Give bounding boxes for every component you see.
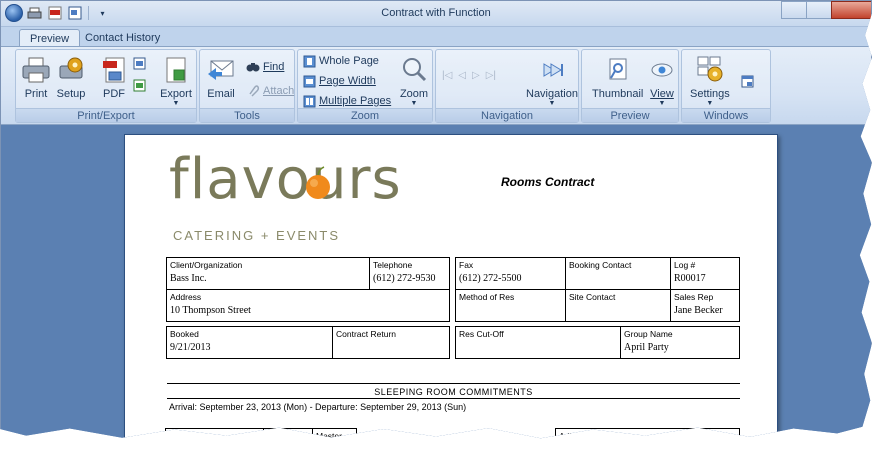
export-word-icon[interactable]: [132, 56, 146, 70]
pdf-icon: [98, 54, 130, 86]
arrival-departure-text: Arrival: September 23, 2013 (Mon) - Depa…: [169, 402, 467, 412]
window-controls: [781, 1, 871, 19]
setup-button[interactable]: Setup: [55, 54, 87, 100]
booked-cell: Booked 9/21/2013: [167, 327, 333, 358]
thumbnail-icon: [602, 54, 634, 86]
window-layout-icon[interactable]: [740, 74, 754, 88]
ribbon: Print Setup PDF Export ▼ Print/Export Em…: [1, 46, 871, 125]
group-label: Zoom: [298, 108, 432, 122]
individual-header: Individual: [264, 429, 313, 439]
view-button[interactable]: View ▼: [646, 54, 678, 107]
email-icon: [205, 54, 237, 86]
report-page: flavours CATERING + EVENTS Rooms Contrac…: [124, 134, 778, 440]
logo-subtitle: CATERING + EVENTS: [173, 228, 341, 243]
settings-button[interactable]: Settings ▼: [690, 54, 730, 107]
email-button[interactable]: Email: [205, 54, 237, 100]
printer-icon: [20, 54, 52, 86]
contract-return-cell: Contract Return: [336, 329, 396, 339]
binoculars-icon: [246, 60, 260, 74]
adjusted-table-header: Adjusted: [555, 428, 740, 439]
group-label: Windows: [682, 108, 770, 122]
sales-rep-cell: Sales Rep Jane Becker: [674, 292, 723, 316]
find-button[interactable]: Find: [246, 60, 284, 74]
app-window: ▾ Contract with Function Preview Contact…: [0, 0, 872, 440]
telephone-cell: Telephone (612) 272-9530: [370, 258, 450, 290]
orange-icon: [306, 166, 330, 199]
settings-dropdown-caret: ▼: [706, 100, 714, 107]
group-label: Navigation: [436, 108, 578, 122]
whole-page-icon: [302, 54, 316, 68]
magnifier-icon: [398, 54, 430, 86]
zoom-button[interactable]: Zoom ▼: [398, 54, 430, 107]
view-dropdown-caret: ▼: [658, 100, 666, 107]
export-excel-icon[interactable]: [132, 78, 146, 92]
navigation-button[interactable]: Navigation ▼: [526, 54, 578, 107]
page-width-icon: [302, 74, 316, 88]
page-setup-icon: [55, 54, 87, 86]
log-number-cell: Log # R00017: [671, 258, 740, 290]
group-windows: Settings ▼ Windows: [681, 49, 771, 123]
section-rule-bottom: [167, 398, 740, 399]
booking-contact-cell: Booking Contact: [566, 258, 671, 290]
group-zoom: Whole Page Page Width Multiple Pages Zoo…: [297, 49, 433, 123]
client-cell: Client/Organization Bass Inc.: [167, 258, 370, 290]
previous-page-icon[interactable]: ◁: [458, 70, 466, 81]
thumbnail-button[interactable]: Thumbnail: [592, 54, 643, 100]
document-title: Rooms Contract: [501, 175, 595, 189]
tab-preview[interactable]: Preview: [19, 29, 81, 47]
minimize-button[interactable]: [781, 1, 807, 19]
group-print-export: Print Setup PDF Export ▼ Print/Export: [15, 49, 197, 123]
page-width-button[interactable]: Page Width: [302, 74, 376, 88]
print-button[interactable]: Print: [20, 54, 52, 100]
attach-icon: [246, 84, 260, 98]
next-page-icon[interactable]: ▷: [472, 70, 480, 81]
item-header: Item: [166, 429, 264, 439]
attach-button[interactable]: Attach: [246, 84, 294, 98]
page-nav-arrows: |◁ ◁ ▷ ▷|: [442, 70, 496, 81]
maximize-button[interactable]: [806, 1, 832, 19]
client-info-box: Client/Organization Bass Inc. Telephone …: [166, 257, 450, 322]
site-contact-cell: Site Contact: [566, 290, 671, 322]
tab-contact-history[interactable]: Contact History: [75, 29, 170, 47]
group-preview: Thumbnail View ▼ Preview: [581, 49, 679, 123]
res-cutoff-cell: Res Cut-Off: [456, 327, 621, 358]
group-label: Print/Export: [16, 108, 196, 122]
whole-page-button[interactable]: Whole Page: [302, 54, 379, 68]
close-button[interactable]: [831, 1, 871, 19]
navigation-dropdown-caret: ▼: [548, 100, 556, 107]
thumbnail-label: Thumbnail: [592, 88, 644, 100]
company-logo: flavours: [169, 147, 402, 212]
ribbon-tabs: Preview Contact History: [1, 27, 871, 47]
first-page-icon[interactable]: |◁: [442, 70, 452, 81]
export-icon: [160, 54, 192, 86]
group-tools: Email Find Attach Tools: [199, 49, 295, 123]
commitments-table-header: Item Individual Master: [165, 428, 357, 440]
address-cell: Address 10 Thompson Street: [170, 292, 251, 316]
export-dropdown-caret: ▼: [172, 100, 180, 107]
settings-icon: [694, 54, 726, 86]
group-info-box: Res Cut-Off Group Name April Party: [455, 326, 740, 359]
last-page-icon[interactable]: ▷|: [486, 70, 496, 81]
section-rule-top: [167, 383, 740, 384]
group-name-cell: Group Name April Party: [624, 329, 673, 353]
preview-area[interactable]: flavours CATERING + EVENTS Rooms Contrac…: [1, 126, 871, 440]
multiple-pages-button[interactable]: Multiple Pages: [302, 94, 391, 108]
export-button[interactable]: Export ▼: [160, 54, 192, 107]
booking-info-box: Fax (612) 272-5500 Booking Contact Log #…: [455, 257, 740, 322]
group-label: Tools: [200, 108, 294, 122]
window-title: Contract with Function: [381, 7, 491, 19]
multiple-pages-icon: [302, 94, 316, 108]
booking-dates-box: Booked 9/21/2013 Contract Return: [166, 326, 450, 359]
master-header: Master: [316, 431, 342, 440]
section-title: SLEEPING ROOM COMMITMENTS: [374, 387, 533, 397]
zoom-dropdown-caret: ▼: [410, 100, 418, 107]
group-navigation: |◁ ◁ ▷ ▷| Navigation ▼ Navigation: [435, 49, 579, 123]
title-bar: ▾ Contract with Function: [1, 1, 871, 27]
navigation-icon: [536, 54, 568, 86]
eye-icon: [646, 54, 678, 86]
group-label: Preview: [582, 108, 678, 122]
pdf-button[interactable]: PDF: [98, 54, 130, 100]
method-of-res-cell: Method of Res: [456, 290, 566, 322]
fax-cell: Fax (612) 272-5500: [456, 258, 566, 290]
